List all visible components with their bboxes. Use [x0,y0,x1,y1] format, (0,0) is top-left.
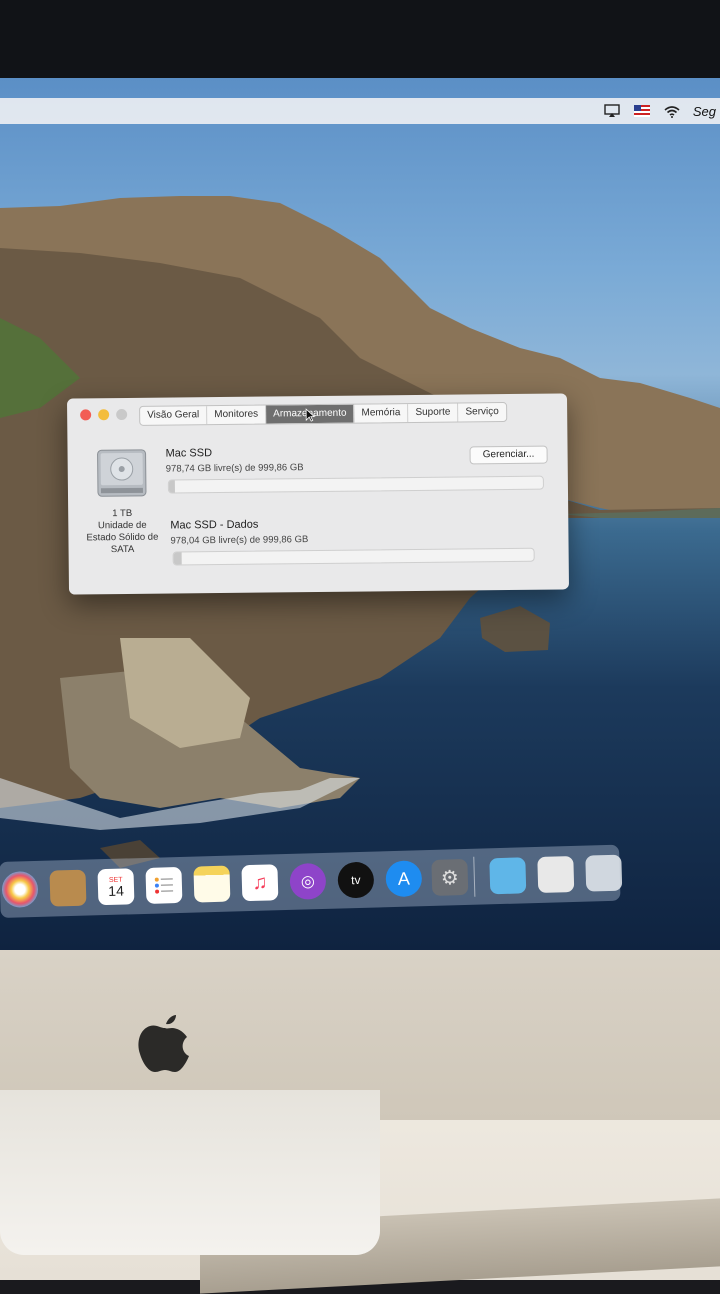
volume-free-space: 978,74 GB livre(s) de 999,86 GB [165,462,304,475]
volume-usage-bar [167,475,544,494]
tab-suporte[interactable]: Suporte [408,403,459,423]
mouse-cursor-icon [305,408,316,422]
trash-icon[interactable] [585,854,623,892]
podcasts-icon[interactable]: ◎ [289,862,327,900]
apple-tv-label: tv [350,872,361,888]
app-store-icon[interactable]: A [385,860,423,898]
hard-drive-icon [97,449,147,497]
music-icon[interactable]: ♫ [241,864,279,902]
apple-tv-icon[interactable]: tv [337,861,375,899]
drive-capacity: 1 TB [112,507,133,520]
volume-name: Mac SSD - Dados [170,518,259,532]
window-titlebar[interactable]: Visão Geral Monitores Armazenamento Memó… [67,393,567,428]
close-button[interactable] [80,409,92,421]
tab-monitores[interactable]: Monitores [207,405,267,425]
drive-type-line3: SATA [110,543,135,556]
system-preferences-icon[interactable]: ⚙ [431,858,469,896]
notes-icon[interactable] [193,865,231,903]
minimize-button[interactable] [98,409,110,421]
monitor-stand [0,1090,380,1255]
photos-icon[interactable] [1,870,39,908]
apple-logo-icon [138,1015,189,1072]
zoom-button[interactable] [116,408,128,421]
volume-free-space: 978,04 GB livre(s) de 999,86 GB [170,534,309,547]
tab-visao-geral[interactable]: Visão Geral [140,406,208,425]
tab-bar: Visão Geral Monitores Armazenamento Memó… [139,402,507,426]
tab-memoria[interactable]: Memória [354,404,409,423]
tab-servico[interactable]: Serviço [458,403,506,421]
volume-name: Mac SSD [165,447,213,460]
downloads-folder-icon[interactable] [489,857,527,895]
manage-button[interactable]: Gerenciar... [469,445,548,465]
contacts-icon[interactable] [49,869,87,907]
drive-type-line1: Unidade de [97,519,147,532]
preview-icon[interactable] [537,855,575,893]
dock-separator [473,856,476,897]
monitor-top-bezel [0,0,720,80]
airplay-icon[interactable] [603,103,621,119]
us-flag-icon[interactable] [633,103,651,119]
volume-usage-fill [173,552,182,565]
calendar-icon[interactable]: SET 14 [97,868,135,906]
menu-clock[interactable]: Seg [693,104,716,119]
wifi-icon[interactable] [663,103,681,119]
about-this-mac-window: Visão Geral Monitores Armazenamento Memó… [66,393,570,595]
volume-usage-fill [168,480,175,493]
drive-type-line2: Estado Sólido de [86,531,159,544]
desktop-screen: Seg Visão Geral Monitores Armazenamento … [0,78,720,950]
calendar-day: 14 [108,882,125,899]
reminders-icon[interactable] [145,866,183,904]
volume-usage-bar [172,547,535,566]
menu-bar: Seg [0,98,720,124]
